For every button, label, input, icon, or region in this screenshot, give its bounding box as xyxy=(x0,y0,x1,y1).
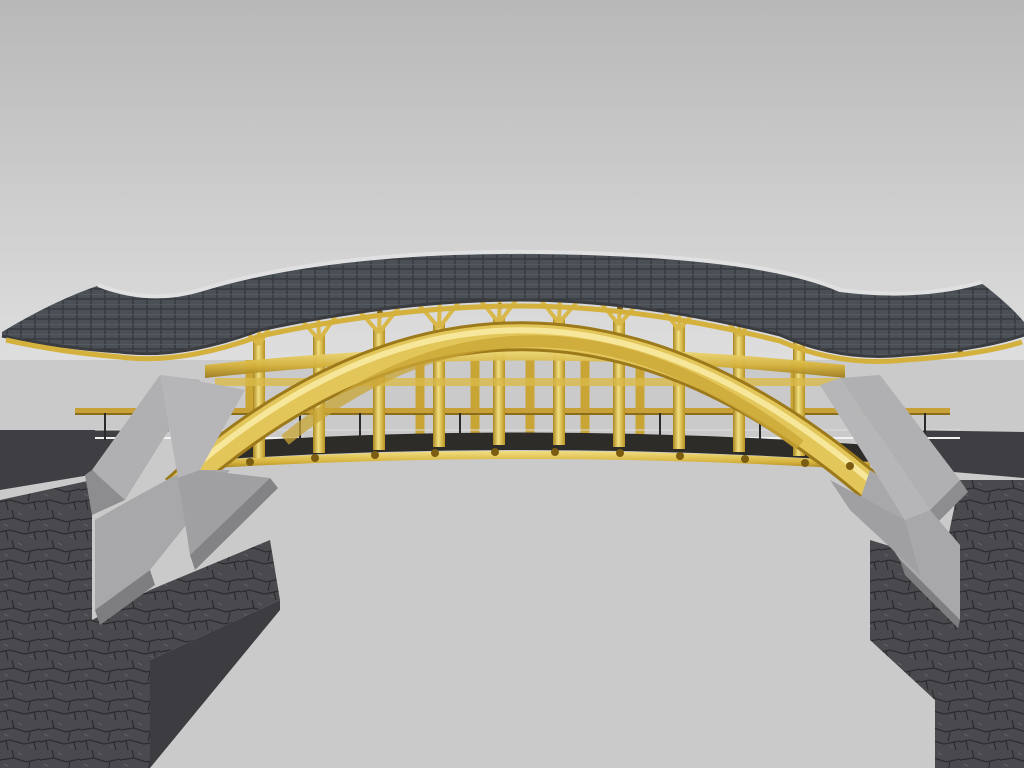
bridge-scene xyxy=(0,0,1024,768)
